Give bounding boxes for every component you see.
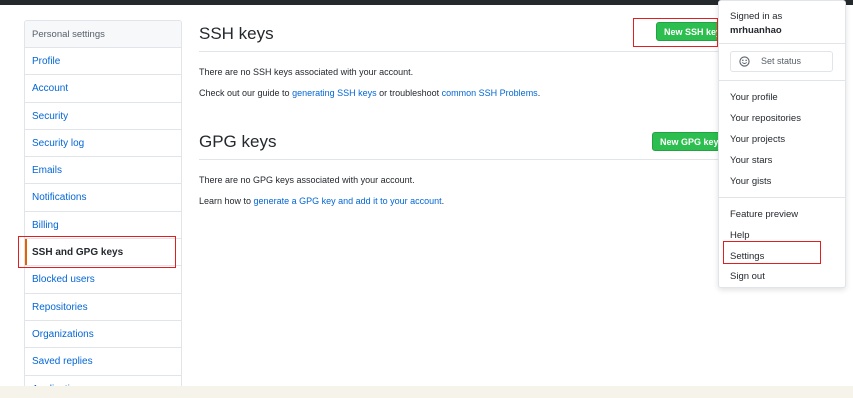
sidebar-item-emails[interactable]: Emails — [25, 157, 181, 185]
sidebar-item-billing[interactable]: Billing — [25, 212, 181, 240]
generating-ssh-keys-link[interactable]: generating SSH keys — [292, 88, 377, 98]
user-dropdown-menu: Signed in as mrhuanhao Set status Your p… — [718, 0, 846, 288]
generate-gpg-key-link[interactable]: generate a GPG key and add it to your ac… — [254, 196, 442, 206]
ssh-empty-text: There are no SSH keys associated with yo… — [199, 67, 414, 77]
common-ssh-problems-link[interactable]: common SSH Problems — [442, 88, 538, 98]
sidebar-item-ssh-gpg-keys[interactable]: SSH and GPG keys — [25, 239, 181, 267]
sidebar-item-security-log[interactable]: Security log — [25, 130, 181, 158]
menu-settings[interactable]: Settings — [730, 251, 764, 262]
sidebar-header: Personal settings — [25, 21, 181, 48]
gpg-empty-text: There are no GPG keys associated with yo… — [199, 175, 415, 185]
dropdown-divider — [719, 197, 845, 198]
sidebar-item-repositories[interactable]: Repositories — [25, 294, 181, 321]
bottom-strip — [0, 386, 853, 398]
main-content: SSH keys New SSH key There are no SSH ke… — [199, 20, 730, 206]
menu-sign-out[interactable]: Sign out — [730, 271, 765, 282]
menu-your-projects[interactable]: Your projects — [730, 134, 785, 145]
menu-feature-preview[interactable]: Feature preview — [730, 209, 798, 220]
ssh-section-header: SSH keys New SSH key — [199, 20, 730, 52]
dropdown-divider — [719, 43, 845, 44]
menu-your-repositories[interactable]: Your repositories — [730, 113, 801, 124]
sidebar-item-profile[interactable]: Profile — [25, 48, 181, 76]
sidebar-item-notifications[interactable]: Notifications — [25, 184, 181, 212]
sidebar-item-saved-replies[interactable]: Saved replies — [25, 348, 181, 376]
new-gpg-key-button[interactable]: New GPG key — [652, 132, 727, 151]
gpg-learn-text: Learn how to generate a GPG key and add … — [199, 196, 445, 206]
ssh-guide-text: Check out our guide to generating SSH ke… — [199, 88, 541, 98]
set-status-button[interactable]: Set status — [730, 51, 833, 72]
set-status-label: Set status — [761, 56, 802, 66]
signed-in-username: mrhuanhao — [730, 25, 782, 36]
menu-your-stars[interactable]: Your stars — [730, 155, 772, 166]
gpg-keys-title: GPG keys — [199, 132, 277, 151]
menu-your-gists[interactable]: Your gists — [730, 176, 771, 187]
ssh-keys-title: SSH keys — [199, 24, 274, 43]
sidebar-item-security[interactable]: Security — [25, 103, 181, 130]
sidebar-item-organizations[interactable]: Organizations — [25, 321, 181, 349]
sidebar-item-account[interactable]: Account — [25, 75, 181, 103]
menu-help[interactable]: Help — [730, 230, 750, 241]
dropdown-divider — [719, 80, 845, 81]
signed-in-label: Signed in as — [730, 11, 783, 22]
smiley-icon — [739, 56, 750, 67]
settings-sidebar: Personal settings Profile Account Securi… — [24, 20, 182, 395]
sidebar-item-blocked-users[interactable]: Blocked users — [25, 266, 181, 294]
gpg-section-header: GPG keys New GPG key — [199, 128, 727, 160]
menu-your-profile[interactable]: Your profile — [730, 92, 778, 103]
